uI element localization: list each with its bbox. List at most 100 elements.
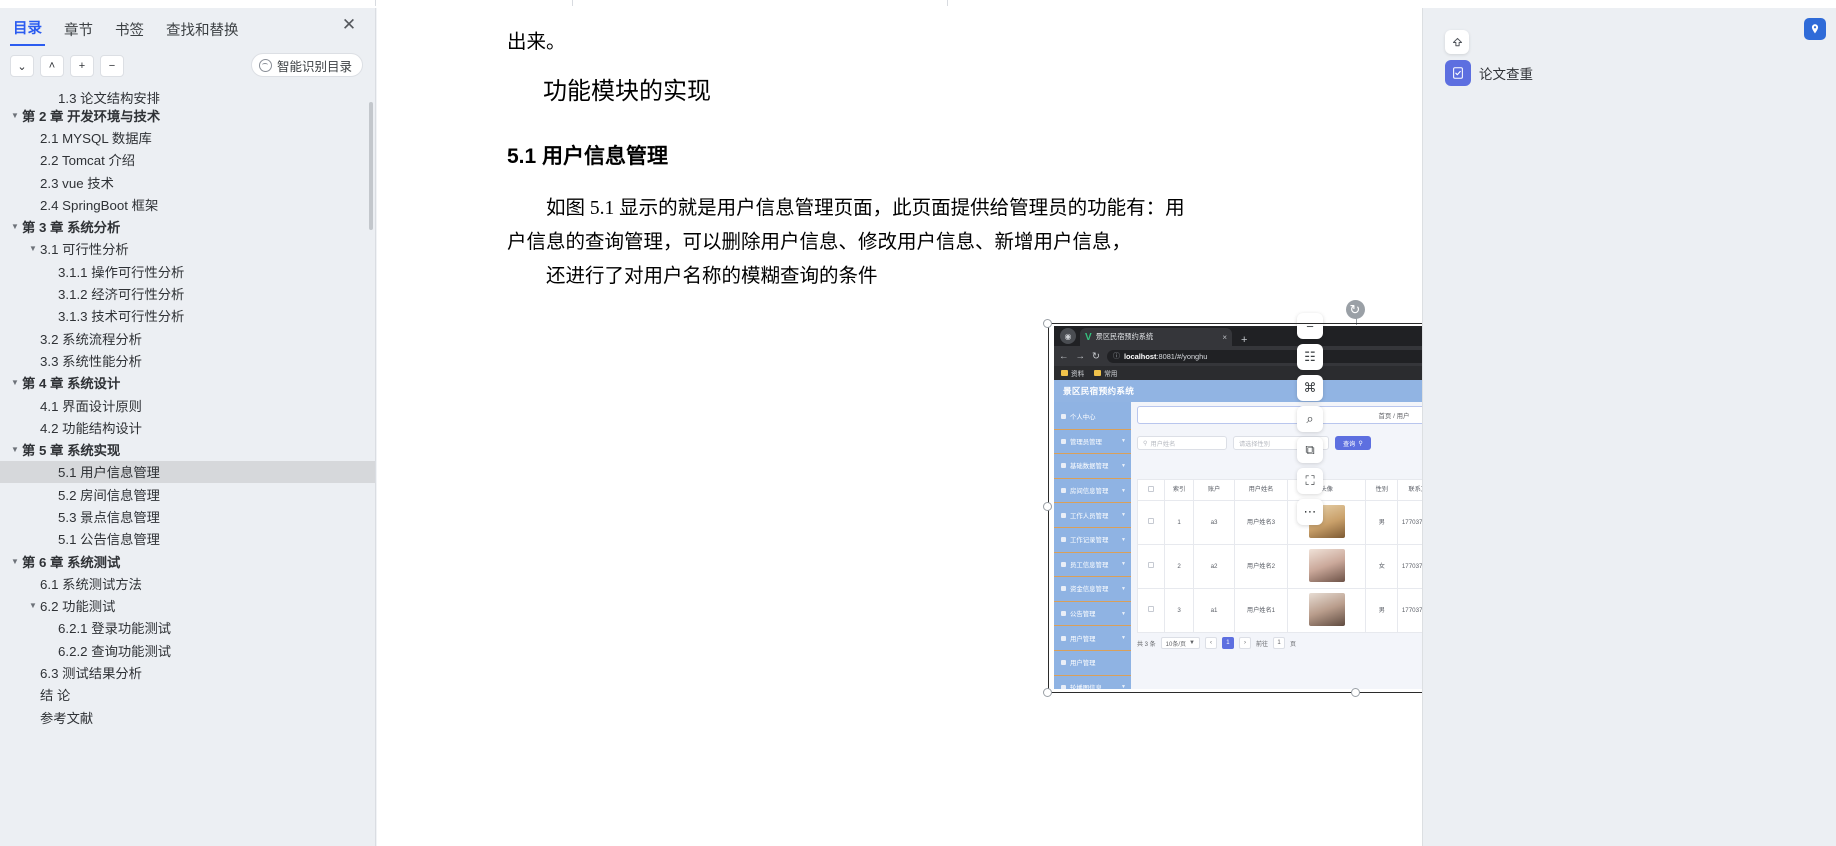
toc-item[interactable]: ▼4.2 功能结构设计 xyxy=(0,416,375,438)
tab-bookmarks[interactable]: 书签 xyxy=(112,19,147,46)
toc-item[interactable]: ▼5.1 用户信息管理 xyxy=(0,460,375,484)
resize-handle-bl[interactable] xyxy=(1043,688,1052,697)
reload-icon[interactable]: ↻ xyxy=(1092,351,1100,362)
row-checkbox[interactable] xyxy=(1147,606,1154,613)
shrink-icon[interactable]: − xyxy=(1297,313,1323,339)
query-button[interactable]: 查询 ⚲ xyxy=(1335,436,1371,450)
resize-handle-ml[interactable] xyxy=(1043,502,1052,511)
expand-all-icon[interactable]: + xyxy=(70,55,94,77)
app-sidebar-item[interactable]: 房间信息管理 ▼ xyxy=(1054,479,1131,504)
table-row[interactable]: 1a3用户姓名3男17703786903410224199610232033@q… xyxy=(1137,500,1422,545)
chevron-down-icon[interactable]: ▼ xyxy=(8,445,22,454)
row-checkbox-cell[interactable] xyxy=(1137,500,1165,545)
browser-tab[interactable]: V 景区民宿预约系统 × xyxy=(1080,328,1232,346)
crop-icon[interactable]: ⌘ xyxy=(1297,375,1323,401)
chevron-down-icon[interactable]: ▼ xyxy=(8,378,22,387)
select-all-checkbox[interactable] xyxy=(1147,485,1154,492)
toc-item[interactable]: ▼ 第 3 章 系统分析 xyxy=(0,215,375,237)
copy-icon[interactable]: ⧉ xyxy=(1297,437,1323,463)
page-size-select[interactable]: 10条/页 ▼ xyxy=(1160,637,1200,649)
table-of-contents[interactable]: ▼1.3 论文结构安排▼第 2 章 开发环境与技术▼2.1 MYSQL 数据库▼… xyxy=(0,86,375,846)
close-tab-icon[interactable]: × xyxy=(1222,333,1227,342)
jump-input[interactable]: 1 xyxy=(1272,637,1285,649)
chevron-down-icon[interactable]: ▼ xyxy=(8,111,22,120)
resize-handle-bc[interactable] xyxy=(1351,688,1360,697)
toc-item[interactable]: ▼6.2.1 登录功能测试 xyxy=(0,617,375,639)
toc-item[interactable]: ▼5.2 房间信息管理 xyxy=(0,483,375,505)
toc-item[interactable]: ▼ 第 6 章 系统测试 xyxy=(0,550,375,572)
app-sidebar-item[interactable]: 工作人员管理 ▼ xyxy=(1054,503,1131,528)
toc-item[interactable]: ▼ 第 5 章 系统实现 xyxy=(0,438,375,460)
chevron-up-icon[interactable]: ˄ xyxy=(40,55,64,77)
smart-recognize-toc-button[interactable]: 智能识别目录 xyxy=(250,53,363,77)
page-1-button[interactable]: 1 xyxy=(1221,637,1234,649)
toc-item[interactable]: ▼5.1 公告信息管理 xyxy=(0,528,375,550)
location-pin-icon[interactable] xyxy=(1804,18,1826,40)
close-panel-button[interactable]: ✕ xyxy=(339,16,359,36)
app-sidebar-item[interactable]: 个人中心 xyxy=(1054,405,1131,430)
toc-item[interactable]: ▼3.1.1 操作可行性分析 xyxy=(0,260,375,282)
app-sidebar[interactable]: 个人中心 管理员管理 ▼ 基础数据管理 ▼ 房间信息管理 ▼ 工作人员管理 ▼ 工作记录管理 ▼ 员工… xyxy=(1054,402,1131,689)
toc-item[interactable]: ▼3.1.2 经济可行性分析 xyxy=(0,282,375,304)
toc-item[interactable]: ▼2.2 Tomcat 介绍 xyxy=(0,149,375,171)
toc-item[interactable]: ▼1.3 论文结构安排 xyxy=(0,90,375,105)
app-sidebar-item[interactable]: 用户管理 ▼ xyxy=(1054,626,1131,651)
fullscreen-icon[interactable]: ⛶ xyxy=(1297,468,1323,494)
layers-icon[interactable]: ☷ xyxy=(1297,344,1323,370)
document-canvas[interactable]: 出来。 功能模块的实现 5.1 用户信息管理 如图 5.1 显示的就是用户信息管… xyxy=(377,8,1422,846)
bookmark-item-1[interactable]: 资料 xyxy=(1061,368,1084,378)
chevron-down-icon[interactable]: ▼ xyxy=(8,222,22,231)
toc-item[interactable]: ▼5.3 景点信息管理 xyxy=(0,505,375,527)
table-row[interactable]: 2a2用户姓名2女17703786902410224199610232022@q… xyxy=(1137,544,1422,589)
toc-item[interactable]: ▼3.1.3 技术可行性分析 xyxy=(0,305,375,327)
tab-chapters[interactable]: 章节 xyxy=(61,19,96,46)
resize-handle-tl[interactable] xyxy=(1043,319,1052,328)
app-sidebar-item[interactable]: 员工信息管理 ▼ xyxy=(1054,553,1131,578)
toc-item[interactable]: ▼3.2 系统流程分析 xyxy=(0,327,375,349)
app-sidebar-item[interactable]: 轮播图信息 ▼ xyxy=(1054,676,1131,689)
app-sidebar-item[interactable]: 公告管理 ▼ xyxy=(1054,602,1131,627)
chevron-down-icon[interactable]: ▼ xyxy=(26,601,40,610)
new-tab-icon[interactable]: + xyxy=(1241,334,1247,346)
toc-item[interactable]: ▼ 6.2 功能测试 xyxy=(0,595,375,617)
back-icon[interactable]: ← xyxy=(1059,351,1069,362)
chevron-down-icon[interactable]: ▼ xyxy=(26,244,40,253)
toc-item[interactable]: ▼4.1 界面设计原则 xyxy=(0,394,375,416)
collapse-sidebar-button[interactable] xyxy=(1445,30,1469,54)
toc-item[interactable]: ▼3.3 系统性能分析 xyxy=(0,349,375,371)
toc-item[interactable]: ▼结 论 xyxy=(0,684,375,706)
toc-item[interactable]: ▼2.1 MYSQL 数据库 xyxy=(0,126,375,148)
app-sidebar-item[interactable]: 用户管理 xyxy=(1054,651,1131,676)
chevron-down-icon[interactable]: ⌄ xyxy=(10,55,34,77)
chevron-down-icon[interactable]: ▼ xyxy=(8,557,22,566)
prev-page-button[interactable]: ‹ xyxy=(1204,637,1217,649)
collapse-all-icon[interactable]: − xyxy=(100,55,124,77)
rotate-handle[interactable] xyxy=(1345,300,1365,319)
bookmark-item-2[interactable]: 常用 xyxy=(1094,368,1117,378)
toc-item[interactable]: ▼ 第 2 章 开发环境与技术 xyxy=(0,104,375,126)
search-icon[interactable]: ⌕ xyxy=(1297,406,1323,432)
app-sidebar-item[interactable]: 工作记录管理 ▼ xyxy=(1054,528,1131,553)
row-checkbox-cell[interactable] xyxy=(1137,588,1165,633)
toc-item[interactable]: ▼参考文献 xyxy=(0,706,375,728)
toc-item[interactable]: ▼2.3 vue 技术 xyxy=(0,171,375,193)
app-sidebar-item[interactable]: 基础数据管理 ▼ xyxy=(1054,454,1131,479)
address-bar[interactable]: ⓘ localhost:8081/#/yonghu xyxy=(1106,349,1422,363)
toc-item[interactable]: ▼2.4 SpringBoot 框架 xyxy=(0,193,375,215)
toc-item[interactable]: ▼6.2.2 查询功能测试 xyxy=(0,639,375,661)
toc-item[interactable]: ▼ 第 4 章 系统设计 xyxy=(0,372,375,394)
table-row[interactable]: 3a1用户姓名1男17703786901410224199610232011@q… xyxy=(1137,588,1422,633)
username-search-input[interactable]: ⚲ 用户姓名 xyxy=(1137,436,1227,450)
toc-item[interactable]: ▼ 3.1 可行性分析 xyxy=(0,238,375,260)
more-options-icon[interactable]: ⋯ xyxy=(1297,499,1323,525)
forward-icon[interactable]: → xyxy=(1076,351,1086,362)
toc-item[interactable]: ▼6.1 系统测试方法 xyxy=(0,572,375,594)
tab-find-replace[interactable]: 查找和替换 xyxy=(163,19,242,46)
next-page-button[interactable]: › xyxy=(1238,637,1251,649)
toc-item[interactable]: ▼6.3 测试结果分析 xyxy=(0,661,375,683)
row-checkbox[interactable] xyxy=(1147,518,1154,525)
app-sidebar-item[interactable]: 资金信息管理 ▼ xyxy=(1054,577,1131,602)
tab-catalog[interactable]: 目录 xyxy=(10,17,45,46)
toc-scrollbar-thumb[interactable] xyxy=(369,102,373,230)
embedded-image-object[interactable]: ◉ V 景区民宿预约系统 × + − □ × ← → xyxy=(1043,300,1422,697)
